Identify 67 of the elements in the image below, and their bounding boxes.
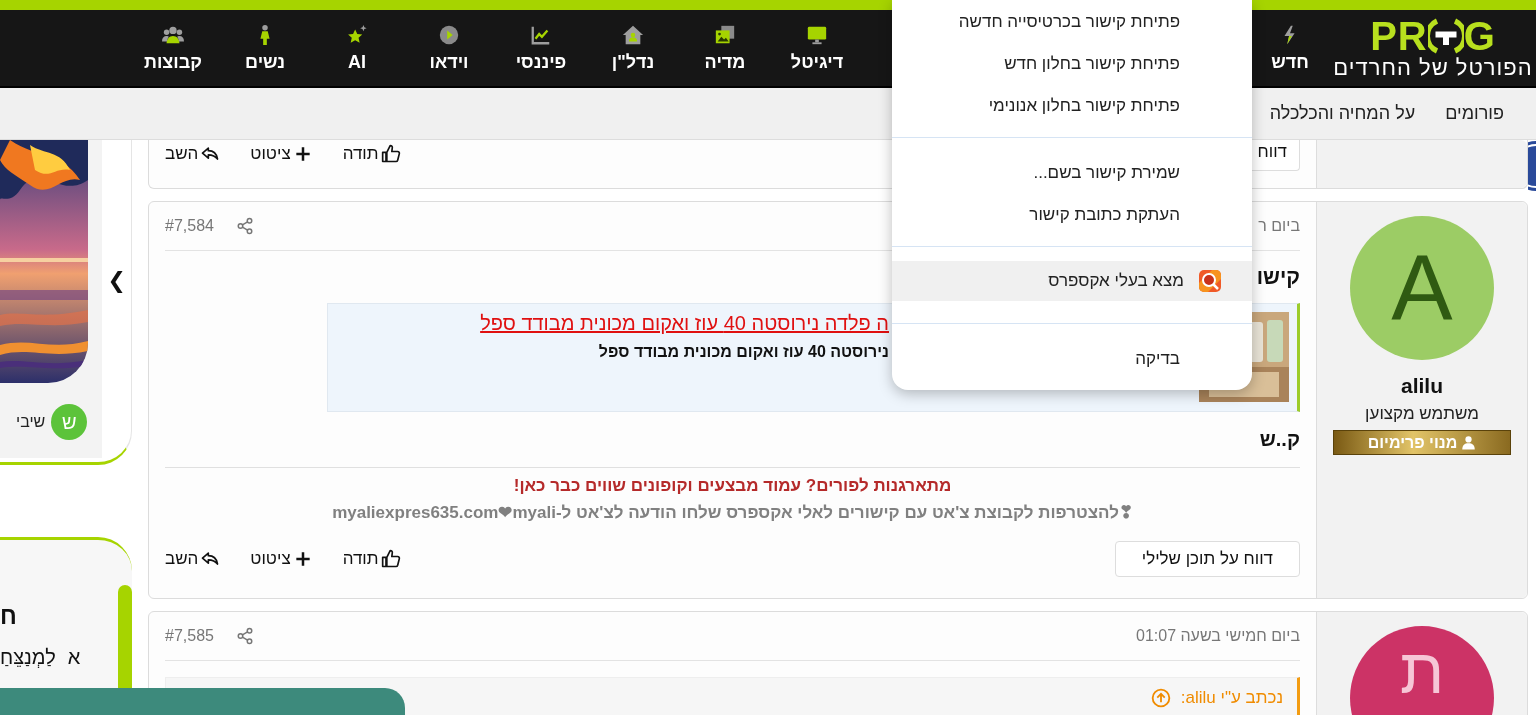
post-action-button[interactable]: השב xyxy=(165,144,221,164)
preview-description: נירוסטה 40 עוז ואקום מכונית מבודד ספל xyxy=(597,343,889,361)
menu-item-label: בדיקה xyxy=(1135,349,1180,369)
verse-number: א xyxy=(67,646,81,669)
post-title: קישו xyxy=(1256,265,1300,289)
nav-item[interactable]: נשים xyxy=(219,10,311,86)
house-icon xyxy=(622,23,644,46)
post-number-link[interactable]: #7,585 xyxy=(165,627,214,645)
widget-heading: ח xyxy=(0,602,17,630)
nav-item[interactable]: דיגיטל xyxy=(771,10,863,86)
post-date: ביום חמישי בשעה 01:07 xyxy=(1136,627,1300,645)
nav-item[interactable]: וידאו xyxy=(403,10,495,86)
forum-nav-link[interactable]: על המחיה והכלכלה xyxy=(1269,103,1416,124)
signature-text: מתארגנות לפורים? עמוד מבצעים וקופונים שווים כבר כאן! xyxy=(513,476,952,496)
author-name[interactable]: שיבי xyxy=(15,413,46,431)
circle-button-icon[interactable] xyxy=(1528,140,1536,192)
nav-item[interactable]: נדל"ן xyxy=(587,10,679,86)
menu-item[interactable]: פתיחת קישור בחלון אנונימי xyxy=(892,85,1252,127)
logo-text[interactable]: G xyxy=(1463,16,1496,56)
image-icon xyxy=(714,23,736,46)
post-action-button[interactable]: ציטוט xyxy=(250,144,313,164)
menu-item[interactable]: העתקת כתובת קישור xyxy=(892,194,1252,236)
forum-nav-link[interactable]: פורומים xyxy=(1445,103,1504,124)
nav-item[interactable]: מדיה xyxy=(679,10,771,86)
logo-tagline: הפורטל של החרדים xyxy=(1333,56,1533,80)
verse-text: לַמְנַצֵּחַ xyxy=(0,646,56,669)
menu-item-label: פתיחת קישור בכרטיסייה חדשה xyxy=(958,12,1180,32)
nav-item[interactable]: AI xyxy=(311,10,403,86)
signature-text: ❣להצטרפות לקבוצת צ'אט עם קישורים לאלי אקספרס שלחו הודעה לצ'אט ל-myaliexpres635.com❤myali xyxy=(332,502,1133,523)
post-action-button[interactable]: ציטוט xyxy=(250,549,313,569)
nav-item[interactable]: קבוצות xyxy=(127,10,219,86)
quote-author: נכתב ע"י alilu: xyxy=(1180,688,1283,708)
menu-item[interactable]: מצא בעלי אקספרס xyxy=(892,261,1252,301)
user-name[interactable]: alilu xyxy=(1401,374,1443,398)
share-icon xyxy=(235,627,254,645)
share-icon xyxy=(235,217,254,235)
menu-item-label: העתקת כתובת קישור xyxy=(1029,205,1180,225)
menu-item-label: פתיחת קישור בחלון חדש xyxy=(1004,54,1180,74)
nav-item[interactable]: פיננסי xyxy=(495,10,587,86)
menu-item-label: פתיחת קישור בחלון אנונימי xyxy=(988,96,1180,116)
avatar[interactable]: A xyxy=(1350,216,1494,360)
report-button[interactable]: דווח על תוכן שלילי xyxy=(1114,541,1300,577)
menu-item-label: מצא בעלי אקספרס xyxy=(1048,271,1184,291)
post-action-button[interactable]: תודה xyxy=(342,144,401,164)
play-icon xyxy=(438,23,460,46)
post-number-link[interactable]: #7,584 xyxy=(165,217,214,235)
post-date: ביום ר xyxy=(1258,217,1300,235)
menu-item-label: שמירת קישור בשם... xyxy=(1033,163,1180,183)
magnifier-icon xyxy=(1198,269,1222,293)
user-icon xyxy=(1461,435,1477,450)
carousel-next-button[interactable]: ❮ xyxy=(102,265,131,295)
logo-mark-icon xyxy=(1427,16,1464,56)
nav-item[interactable]: חדש xyxy=(1250,10,1330,86)
star-icon xyxy=(346,23,368,46)
thumbs-up-icon xyxy=(380,144,401,164)
menu-item[interactable]: פתיחת קישור בחלון חדש xyxy=(892,43,1252,85)
logo-text[interactable]: PR xyxy=(1370,16,1428,56)
post-action-button[interactable]: תודה xyxy=(342,549,401,569)
post-action-button[interactable]: השב xyxy=(165,549,221,569)
thumbs-up-icon xyxy=(380,549,401,569)
post-text: ק..ש xyxy=(1259,428,1300,451)
arrow-up-circle-icon xyxy=(1150,688,1171,708)
user-title: משתמש מקצוען xyxy=(1365,404,1479,424)
preview-link[interactable]: ה פלדה נירוסטה 40 עוז ואקום מכונית מבודד ספל xyxy=(480,312,889,335)
badge-label: מנוי פרימיום xyxy=(1367,433,1458,452)
menu-item[interactable]: בדיקה xyxy=(892,338,1252,380)
menu-item[interactable]: פתיחת קישור בכרטיסייה חדשה xyxy=(892,1,1252,43)
